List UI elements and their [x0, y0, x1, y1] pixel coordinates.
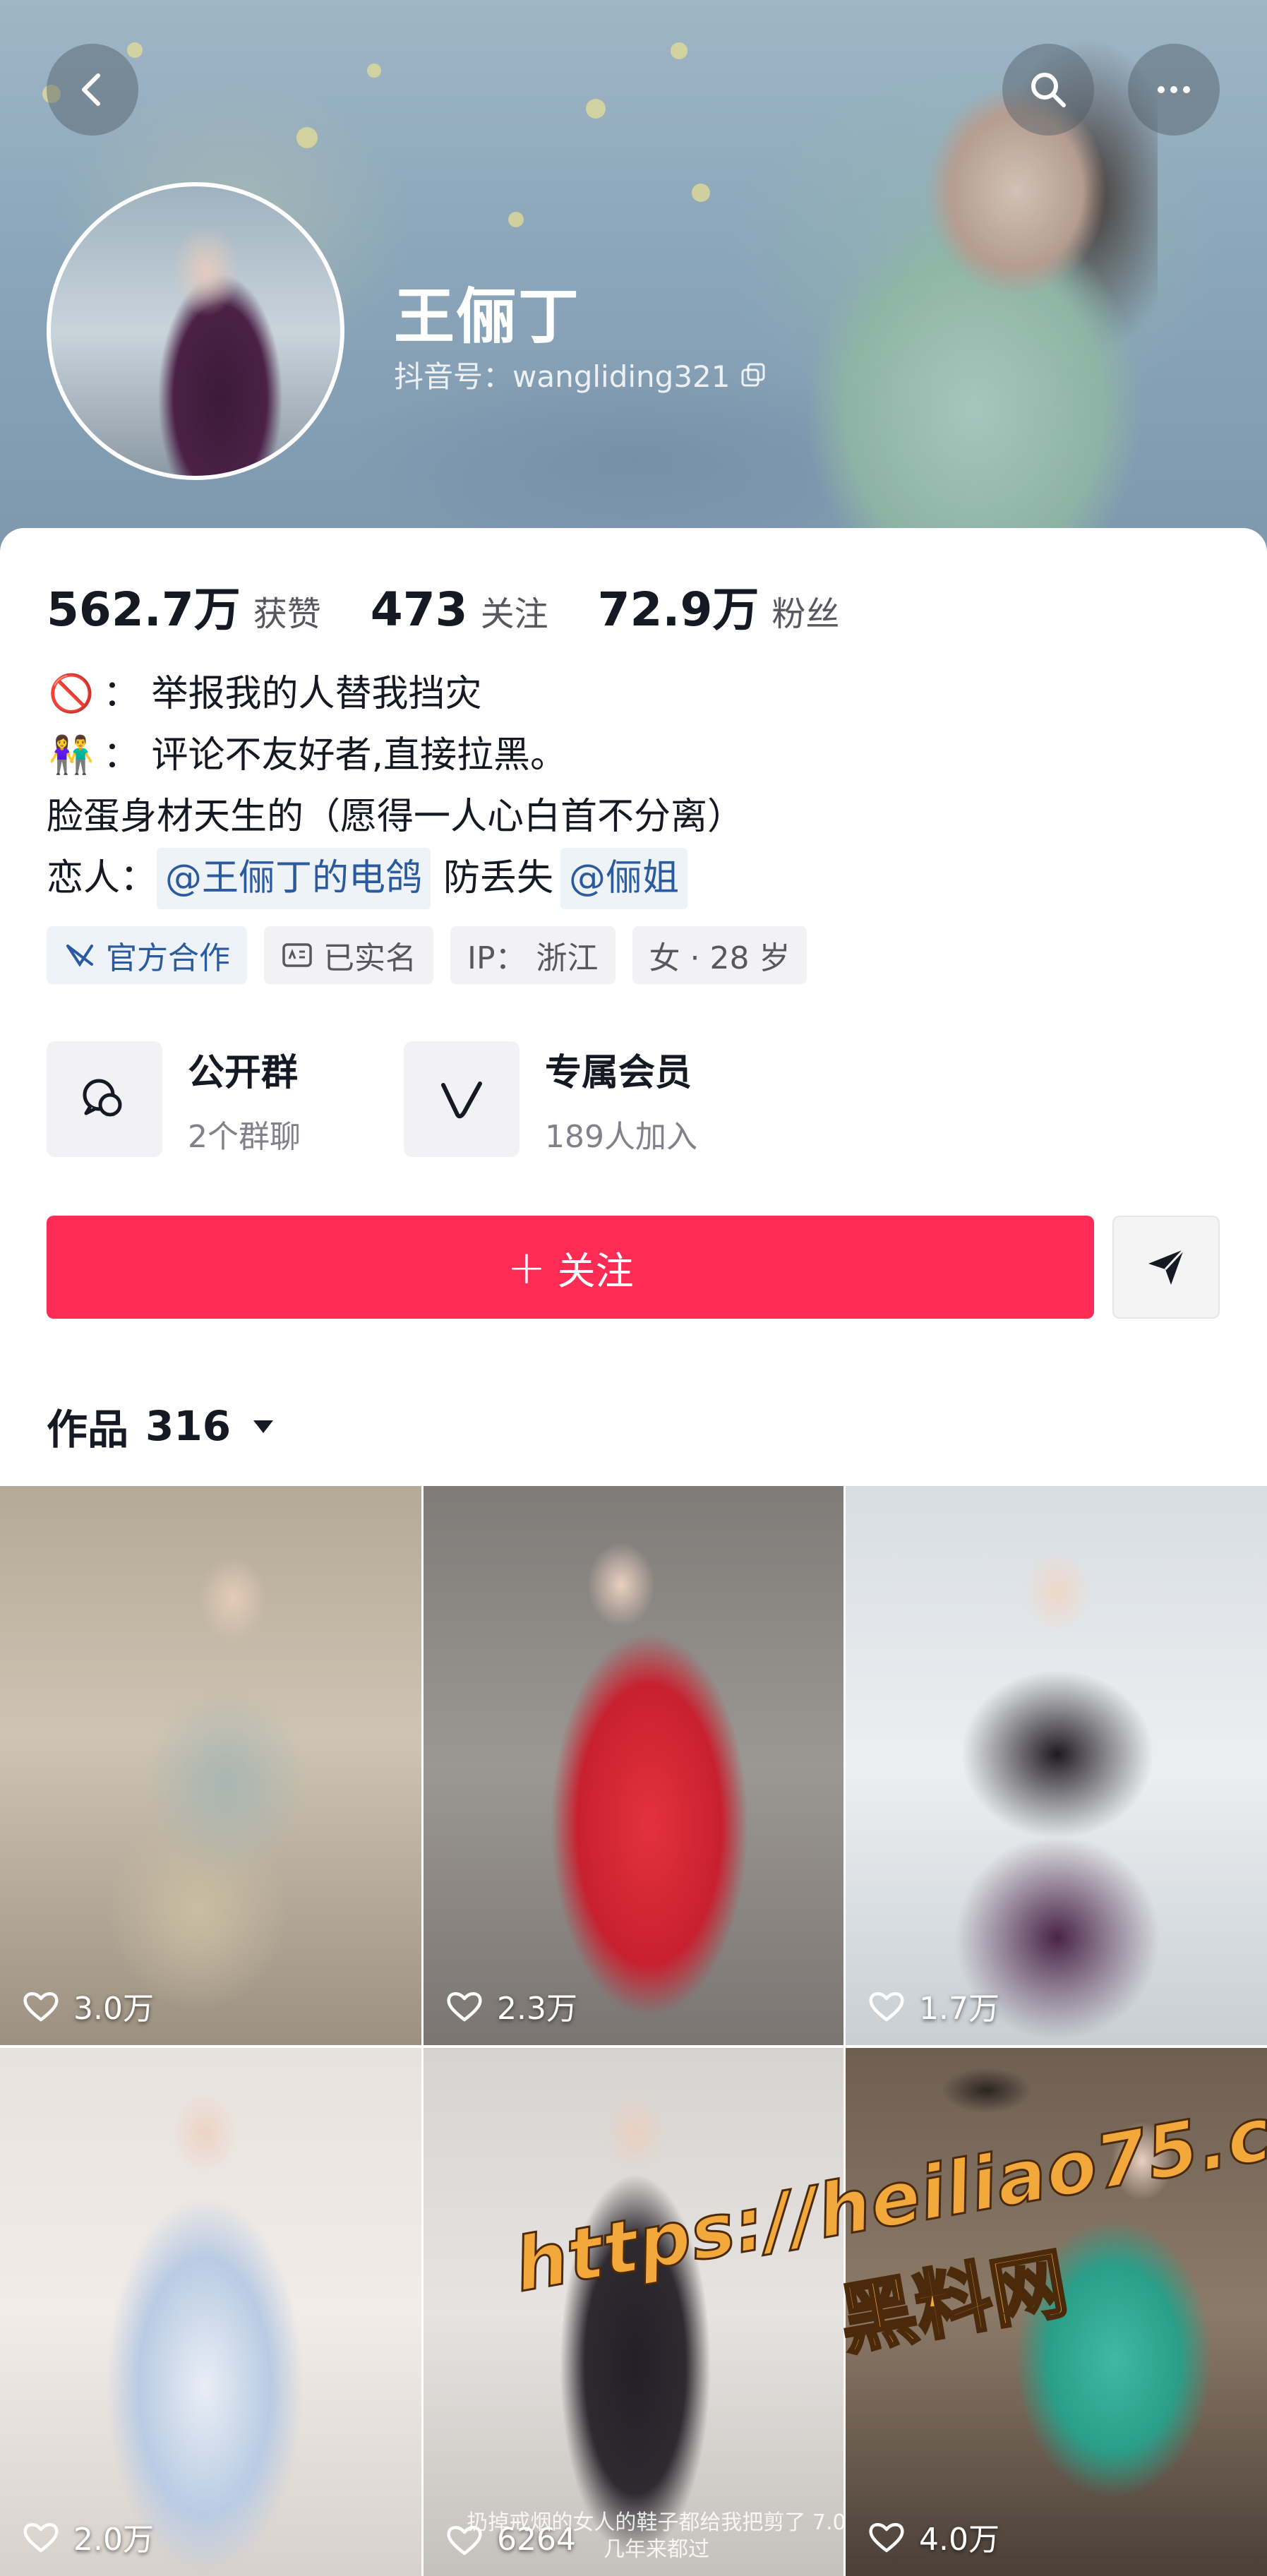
like-count: 2.0万: [21, 2514, 154, 2559]
banner-flower: [127, 42, 143, 58]
public-group-entry[interactable]: 公开群 2个群聊: [47, 1041, 301, 1157]
mention-link[interactable]: @俪姐: [560, 848, 688, 909]
like-count-text: 3.0万: [73, 1991, 154, 2027]
tag-label: 已实名: [323, 940, 416, 976]
stat-value: 72.9万: [597, 582, 759, 637]
banner-flower: [367, 64, 381, 78]
stat-label: 粉丝: [771, 594, 840, 634]
tag-label: 女 · 28 岁: [649, 940, 791, 976]
works-label: 作品: [47, 1406, 129, 1454]
like-count: 2.3万: [445, 1983, 577, 2028]
heart-icon: [869, 1992, 904, 2022]
like-count: 1.7万: [867, 1983, 999, 2028]
follow-button[interactable]: + 关注: [47, 1216, 1094, 1319]
tag-verified[interactable]: 已实名: [264, 926, 433, 984]
group-title: 公开群: [188, 1051, 299, 1094]
search-icon: [1031, 73, 1066, 107]
more-button[interactable]: [1128, 44, 1220, 136]
plus-icon: +: [507, 1240, 546, 1295]
banner-flower: [692, 184, 710, 202]
video-caption: 扔掉戒烟的女人的鞋子都给我把剪了 7.0几年来都过: [467, 2510, 846, 2562]
member-subtitle: 189人加入: [545, 1118, 697, 1155]
chat-bubbles-icon: [83, 1079, 122, 1117]
back-button[interactable]: [47, 44, 138, 136]
like-count: 4.0万: [867, 2514, 999, 2559]
id-card-icon: [282, 943, 312, 967]
chevron-left-icon: [82, 73, 100, 106]
tag-gender-age: 女 · 28 岁: [632, 926, 807, 984]
member-text: 专属会员 189人加入: [545, 1043, 697, 1156]
bio-text: 防丢失: [443, 857, 554, 899]
like-count-text: 2.3万: [497, 1991, 577, 2027]
banner-flower: [296, 127, 318, 148]
group-icon-box: [47, 1041, 162, 1157]
stats-row: 562.7万 获赞 473 关注 72.9万 粉丝: [47, 572, 889, 640]
more-icon: [1158, 86, 1190, 93]
heart-icon: [23, 2523, 59, 2553]
stat-likes[interactable]: 562.7万 获赞: [47, 572, 321, 640]
follow-label: 关注: [557, 1248, 634, 1293]
stat-label: 获赞: [253, 594, 321, 634]
bio-line: 🚫 ： 举报我的人替我挡灾: [47, 664, 744, 725]
group-text: 公开群 2个群聊: [188, 1043, 301, 1156]
heart-icon: [23, 1992, 59, 2022]
caret-down-icon: [253, 1420, 274, 1433]
video-thumbnail[interactable]: 1.7万: [846, 1486, 1267, 2045]
banner-flower: [586, 99, 606, 119]
stat-label: 关注: [480, 594, 548, 634]
tag-ip-location: IP： 浙江: [450, 926, 616, 984]
video-thumbnail[interactable]: 2.3万: [424, 1486, 843, 2045]
member-title: 专属会员: [545, 1051, 692, 1094]
exclusive-member-entry[interactable]: 专属会员 189人加入: [404, 1041, 697, 1157]
bio: 🚫 ： 举报我的人替我挡灾 👫 ： 评论不友好者,直接拉黑。 脸蛋身材天生的（愿…: [47, 664, 744, 909]
like-count-text: 1.7万: [919, 1991, 999, 2027]
banner-flower: [508, 212, 524, 227]
copy-icon[interactable]: [740, 361, 767, 388]
member-icon-box: [404, 1041, 520, 1157]
tag-official-cooperation[interactable]: 官方合作: [47, 926, 247, 984]
douyin-id-text: 抖音号：wangliding321: [394, 359, 731, 394]
tag-label: 官方合作: [106, 940, 230, 976]
profile-tags: 官方合作 已实名 IP： 浙江 女 · 28 岁: [47, 926, 824, 984]
couple-icon: 👫: [48, 734, 95, 777]
stat-value: 473: [370, 582, 468, 637]
like-count-text: 4.0万: [919, 2522, 999, 2558]
bio-text: 脸蛋身材天生的（愿得一人心白首不分离）: [47, 796, 745, 838]
video-thumbnail[interactable]: 3.0万: [0, 1486, 421, 2045]
stat-value: 562.7万: [47, 582, 241, 637]
message-button[interactable]: [1112, 1216, 1220, 1319]
works-tab[interactable]: 作品 316: [47, 1396, 277, 1456]
bio-text: 恋人：: [47, 857, 157, 899]
search-button[interactable]: [1002, 44, 1094, 136]
like-count: 3.0万: [21, 1983, 154, 2028]
stat-followers[interactable]: 72.9万 粉丝: [598, 572, 840, 640]
group-subtitle: 2个群聊: [188, 1118, 301, 1155]
bio-text: ： 评论不友好者,直接拉黑。: [103, 734, 568, 777]
heart-icon: [869, 2523, 904, 2553]
stat-following[interactable]: 473 关注: [371, 582, 548, 637]
vip-v-icon: [441, 1082, 482, 1119]
mention-link[interactable]: @王俪丁的电鸽: [157, 848, 431, 909]
douyin-id[interactable]: 抖音号：wangliding321: [394, 353, 767, 396]
like-count-text: 2.0万: [73, 2522, 154, 2558]
bio-line: 恋人： @王俪丁的电鸽 防丢失 @俪姐: [47, 848, 744, 909]
prohibited-icon: 🚫: [48, 673, 95, 715]
tag-label: IP： 浙江: [467, 940, 599, 976]
send-icon: [1148, 1248, 1185, 1285]
works-count: 316: [145, 1402, 232, 1450]
profile-name: 王俪丁: [394, 282, 580, 352]
banner-flower: [671, 42, 687, 59]
bio-line: 脸蛋身材天生的（愿得一人心白首不分离）: [47, 786, 744, 848]
video-thumbnail[interactable]: 2.0万: [0, 2048, 421, 2576]
heart-icon: [447, 1992, 482, 2022]
official-badge-icon: [66, 945, 93, 967]
avatar[interactable]: [47, 182, 344, 480]
bio-text: ： 举报我的人替我挡灾: [103, 673, 482, 715]
bio-line: 👫 ： 评论不友好者,直接拉黑。: [47, 725, 744, 786]
